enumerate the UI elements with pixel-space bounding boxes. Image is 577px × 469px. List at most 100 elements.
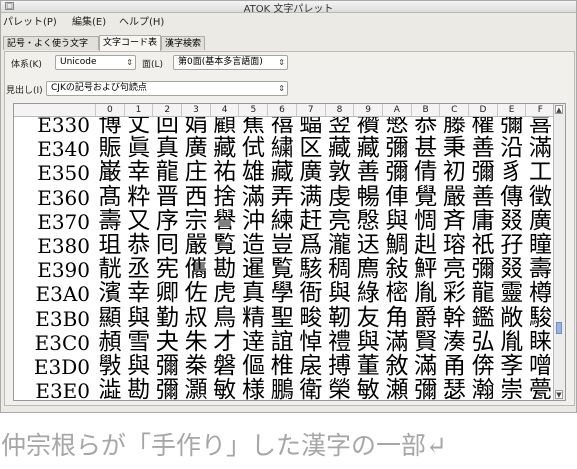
- grid-char-cell[interactable]: 與: [382, 208, 412, 234]
- grid-char-cell[interactable]: 初: [439, 160, 469, 185]
- grid-char-cell[interactable]: 藏: [210, 136, 240, 161]
- grid-char-cell[interactable]: 暢: [353, 184, 383, 210]
- grid-char-cell[interactable]: 衛: [296, 378, 326, 400]
- grid-char-cell[interactable]: 誼: [267, 329, 297, 355]
- grid-char-cell[interactable]: 賑: [95, 136, 125, 161]
- grid-char-cell[interactable]: 胤: [497, 329, 527, 355]
- grid-char-cell[interactable]: 禮: [325, 329, 355, 355]
- grid-char-cell[interactable]: 靈: [497, 281, 527, 306]
- grid-char-cell[interactable]: 滿: [411, 354, 441, 379]
- grid-char-cell[interactable]: 友: [353, 305, 383, 331]
- grid-char-cell[interactable]: 駭: [296, 257, 326, 282]
- grid-char-cell[interactable]: 藏: [267, 160, 297, 185]
- grid-char-cell[interactable]: 俥: [382, 184, 412, 210]
- grid-char-cell[interactable]: 龍: [152, 160, 182, 185]
- grid-char-cell[interactable]: 勘: [124, 378, 154, 400]
- grid-char-cell[interactable]: 榮: [325, 378, 355, 400]
- grid-char-cell[interactable]: 噌: [526, 354, 556, 379]
- grid-char-cell[interactable]: 敦: [325, 160, 355, 185]
- grid-char-cell[interactable]: 彌: [468, 257, 498, 282]
- grid-char-cell[interactable]: 叕: [497, 257, 527, 282]
- grid-char-cell[interactable]: 覧: [210, 233, 240, 258]
- grid-char-cell[interactable]: 弘: [468, 329, 498, 355]
- grid-char-cell[interactable]: 斈: [497, 354, 527, 379]
- grid-char-cell[interactable]: 滿: [382, 329, 412, 355]
- grid-char-cell[interactable]: 學: [267, 281, 297, 306]
- grid-char-cell[interactable]: 喜: [526, 117, 556, 137]
- grid-char-cell[interactable]: 傳: [497, 184, 527, 210]
- grid-char-cell[interactable]: 董: [353, 354, 383, 379]
- grid-char-cell[interactable]: 弄: [267, 184, 297, 210]
- grid-char-cell[interactable]: 善: [468, 136, 498, 161]
- grid-char-cell[interactable]: 瀬: [382, 378, 412, 400]
- grid-char-cell[interactable]: 斅: [95, 354, 125, 379]
- grid-char-cell[interactable]: 亮: [325, 208, 355, 234]
- grid-char-cell[interactable]: 迗: [353, 233, 383, 258]
- grid-char-cell[interactable]: 滿: [526, 136, 556, 161]
- grid-char-cell[interactable]: 權: [468, 117, 498, 137]
- grid-char-cell[interactable]: 豈: [267, 233, 297, 258]
- grid-char-cell[interactable]: 祇: [468, 233, 498, 258]
- grid-char-cell[interactable]: 様: [239, 378, 269, 400]
- menu-palette[interactable]: パレット(P): [3, 13, 57, 28]
- plane-select[interactable]: 第0面(基本多言語面) ⇕: [173, 55, 288, 70]
- grid-char-cell[interactable]: 與: [124, 305, 154, 331]
- grid-char-cell[interactable]: 瞳: [526, 233, 556, 258]
- grid-char-cell[interactable]: 粋: [124, 184, 154, 210]
- grid-char-cell[interactable]: 庸: [468, 208, 498, 234]
- grid-char-cell[interactable]: 满: [296, 184, 326, 210]
- grid-char-cell[interactable]: 卿: [152, 281, 182, 306]
- grid-char-cell[interactable]: 樒: [382, 281, 412, 306]
- grid-char-cell[interactable]: 磐: [210, 354, 240, 379]
- tab-kanji-search[interactable]: 漢字検索: [161, 36, 205, 50]
- grid-char-cell[interactable]: 雪: [124, 329, 154, 355]
- grid-char-cell[interactable]: 徵: [526, 184, 556, 210]
- grid-char-cell[interactable]: 才: [210, 329, 240, 355]
- grid-char-cell[interactable]: 赳: [411, 233, 441, 258]
- grid-char-cell[interactable]: 椎: [267, 354, 297, 379]
- grid-char-cell[interactable]: 丞: [124, 257, 154, 282]
- grid-char-cell[interactable]: 西: [181, 184, 211, 210]
- grid-char-cell[interactable]: 賢: [411, 329, 441, 355]
- grid-char-cell[interactable]: 惆: [411, 208, 441, 234]
- grid-char-cell[interactable]: 倴: [468, 354, 498, 379]
- grid-char-cell[interactable]: 稠: [325, 257, 355, 282]
- grid-char-cell[interactable]: 亮: [439, 257, 469, 282]
- grid-char-cell[interactable]: 髙: [95, 184, 125, 210]
- grid-char-cell[interactable]: 崇: [497, 378, 527, 400]
- grid-char-cell[interactable]: 眞: [124, 136, 154, 161]
- grid-char-cell[interactable]: 鳥: [210, 305, 240, 331]
- grid-char-cell[interactable]: 宗: [181, 208, 211, 234]
- menu-help[interactable]: ヘルプ(H): [119, 13, 164, 28]
- grid-char-cell[interactable]: 嚴: [181, 233, 211, 258]
- grid-char-cell[interactable]: 鑑: [468, 305, 498, 331]
- grid-char-cell[interactable]: 暹: [239, 257, 269, 282]
- grid-char-cell[interactable]: 儶: [181, 257, 211, 282]
- grid-char-cell[interactable]: 赶: [296, 208, 326, 234]
- grid-char-cell[interactable]: 虔: [325, 184, 355, 210]
- grid-char-cell[interactable]: 真: [152, 136, 182, 161]
- grid-char-cell[interactable]: 瑟: [439, 378, 469, 400]
- grid-char-cell[interactable]: 悼: [296, 329, 326, 355]
- scroll-up-icon[interactable]: ▲: [555, 105, 563, 114]
- vertical-scrollbar[interactable]: ▲ ▼: [553, 104, 565, 400]
- grid-char-cell[interactable]: 勘: [210, 257, 240, 282]
- grid-char-cell[interactable]: 樽: [526, 281, 556, 306]
- grid-char-cell[interactable]: 彌: [382, 160, 412, 185]
- grid-char-cell[interactable]: 繍: [267, 136, 297, 161]
- grid-char-cell[interactable]: 壽: [526, 257, 556, 282]
- grid-char-cell[interactable]: 鯛: [382, 233, 412, 258]
- grid-char-cell[interactable]: 佐: [181, 281, 211, 306]
- grid-char-cell[interactable]: 甍: [526, 378, 556, 400]
- system-select[interactable]: Unicode ⇕: [55, 55, 136, 70]
- grid-char-cell[interactable]: 胤: [411, 281, 441, 306]
- grid-char-cell[interactable]: 彩: [439, 281, 469, 306]
- grid-char-cell[interactable]: 工: [526, 160, 556, 185]
- grid-char-cell[interactable]: 逹: [239, 329, 269, 355]
- grid-char-cell[interactable]: 藤: [439, 117, 469, 137]
- grid-char-cell[interactable]: 角: [382, 305, 412, 331]
- grid-char-cell[interactable]: 区: [296, 136, 326, 161]
- grid-char-cell[interactable]: 畯: [296, 305, 326, 331]
- grid-char-cell[interactable]: 祐: [210, 160, 240, 185]
- grid-char-cell[interactable]: 恭: [411, 117, 441, 137]
